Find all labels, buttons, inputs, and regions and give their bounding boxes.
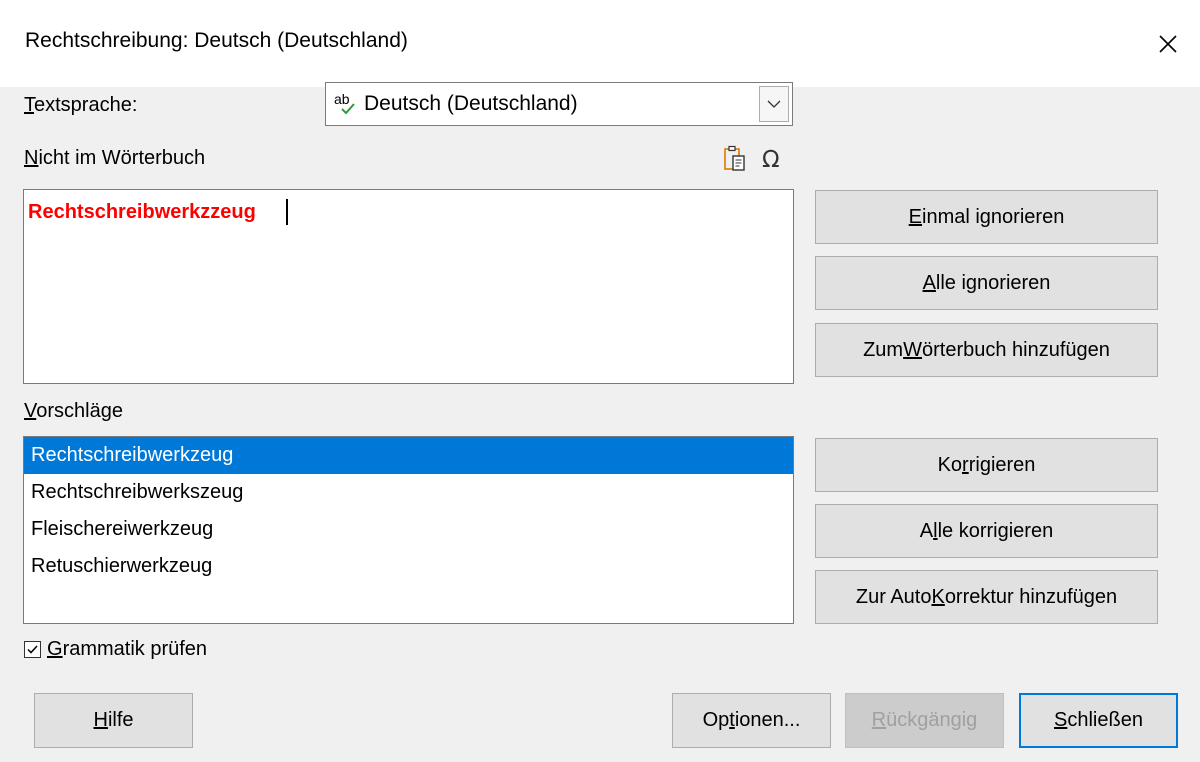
svg-text:Ω: Ω bbox=[762, 147, 780, 172]
close-button[interactable] bbox=[1136, 0, 1200, 87]
suggestion-item[interactable]: Rechtschreibwerkszeug bbox=[24, 474, 793, 511]
undo-button[interactable]: Rückgängig bbox=[845, 693, 1004, 748]
spellcheck-dialog: Rechtschreibung: Deutsch (Deutschland) T… bbox=[0, 0, 1200, 762]
correct-all-button[interactable]: Al le korrigieren bbox=[815, 504, 1158, 558]
suggestions-label: Vorschläge bbox=[24, 400, 123, 422]
dropdown-button[interactable] bbox=[759, 86, 789, 122]
not-in-dictionary-label: Nicht im Wörterbuch bbox=[24, 147, 206, 169]
add-to-autocorrect-button[interactable]: Zur Auto Korrektur hinzufügen bbox=[815, 570, 1158, 624]
spellcheck-icon: ab bbox=[334, 91, 355, 115]
window-title: Rechtschreibung: Deutsch (Deutschland) bbox=[25, 29, 408, 52]
options-button[interactable]: Op t ionen... bbox=[672, 693, 831, 748]
check-grammar-option[interactable]: Grammatik prüfen bbox=[24, 638, 207, 661]
check-grammar-checkbox[interactable] bbox=[24, 641, 41, 658]
correct-button[interactable]: Ko r rigieren bbox=[815, 438, 1158, 492]
suggestions-list[interactable]: Rechtschreibwerkzeug Rechtschreibwerksze… bbox=[23, 436, 794, 624]
checkmark-icon bbox=[27, 645, 38, 654]
ignore-once-button[interactable]: Einmal ignorieren bbox=[815, 190, 1158, 244]
misspelled-word: Rechtschreibwerkzzeug bbox=[28, 201, 256, 223]
title-bar: Rechtschreibung: Deutsch (Deutschland) bbox=[0, 0, 1200, 87]
text-caret bbox=[286, 199, 288, 225]
chevron-down-icon bbox=[767, 100, 781, 108]
suggestion-item[interactable]: Fleischereiwerkzeug bbox=[24, 511, 793, 548]
paste-icon[interactable] bbox=[723, 145, 747, 173]
add-to-dictionary-button[interactable]: Zum Wörterbuch hinzufügen bbox=[815, 323, 1158, 377]
suggestion-item[interactable]: Rechtschreibwerkzeug bbox=[24, 437, 793, 474]
help-button[interactable]: Hilfe bbox=[34, 693, 193, 748]
close-icon bbox=[1159, 34, 1177, 53]
text-language-value: Deutsch (Deutschland) bbox=[364, 92, 578, 115]
text-language-label: Textsprache: bbox=[24, 94, 138, 116]
not-in-dictionary-textbox[interactable]: Rechtschreibwerkzzeug bbox=[23, 189, 794, 384]
svg-text:ab: ab bbox=[334, 91, 350, 107]
close-dialog-button[interactable]: Schließen bbox=[1019, 693, 1178, 748]
check-grammar-label: Grammatik prüfen bbox=[47, 638, 208, 660]
ignore-all-button[interactable]: Alle ignorieren bbox=[815, 256, 1158, 310]
omega-icon[interactable]: Ω bbox=[761, 146, 787, 172]
suggestion-item[interactable]: Retuschierwerkzeug bbox=[24, 548, 793, 585]
text-language-select[interactable]: ab Deutsch (Deutschland) bbox=[325, 82, 793, 126]
